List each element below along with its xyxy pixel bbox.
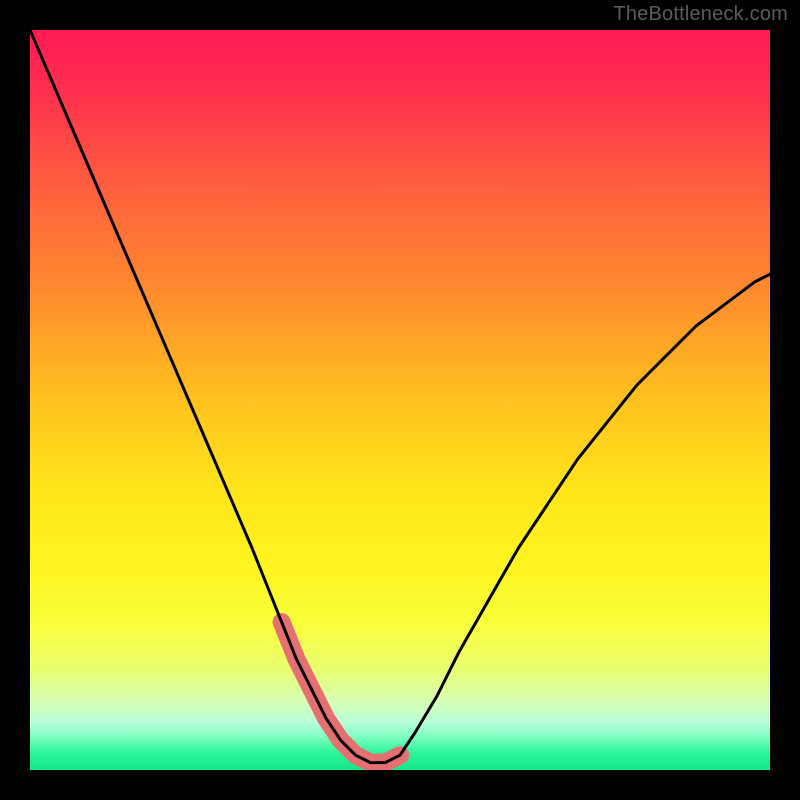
bottleneck-curve xyxy=(30,30,770,763)
watermark-text: TheBottleneck.com xyxy=(613,3,788,26)
plot-area xyxy=(30,30,770,770)
chart-frame: TheBottleneck.com xyxy=(0,0,800,800)
curve-layer xyxy=(30,30,770,770)
